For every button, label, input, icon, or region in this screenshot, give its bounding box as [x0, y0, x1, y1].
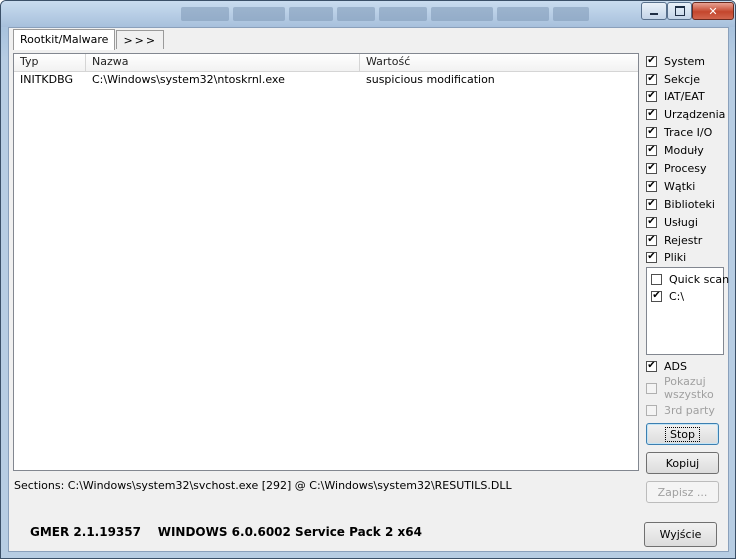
option-third-party[interactable]: 3rd party: [646, 402, 715, 418]
option-label: Pokazuj wszystko: [664, 375, 714, 401]
checkbox[interactable]: ✔: [646, 360, 657, 372]
option-uslugi[interactable]: ✔ Usługi: [646, 214, 698, 230]
list-header: Typ Nazwa Wartość: [14, 54, 638, 72]
option-system[interactable]: ✔ System: [646, 53, 705, 69]
copy-label: Kopiuj: [665, 456, 700, 470]
target-drive-c[interactable]: ✔ C:\: [651, 288, 684, 304]
option-trace-io[interactable]: ✔ Trace I/O: [646, 124, 712, 140]
checkbox[interactable]: ✔: [651, 290, 662, 302]
footer-info: GMER 2.1.19357 WINDOWS 6.0.6002 Service …: [30, 525, 422, 539]
table-row[interactable]: INITKDBG C:\Windows\system32\ntoskrnl.ex…: [14, 72, 638, 88]
checkbox[interactable]: ✔: [646, 55, 657, 67]
gmer-window: ✕ Rootkit/Malware >>> Typ Nazwa Wartość …: [0, 0, 736, 559]
copy-button[interactable]: Kopiuj: [646, 452, 719, 474]
os-version: WINDOWS 6.0.6002 Service Pack 2 x64: [157, 525, 422, 539]
option-pliki[interactable]: ✔ Pliki: [646, 249, 686, 265]
checkbox[interactable]: [646, 383, 657, 394]
option-label: Usługi: [664, 215, 698, 229]
checkbox[interactable]: [646, 404, 657, 416]
tab-rootkit-malware[interactable]: Rootkit/Malware: [13, 29, 116, 50]
target-label: Quick scan: [669, 272, 730, 286]
maximize-button[interactable]: [667, 2, 692, 20]
cell-nazwa: C:\Windows\system32\ntoskrnl.exe: [92, 73, 285, 86]
option-rejestr[interactable]: ✔ Rejestr: [646, 232, 702, 248]
column-header-typ[interactable]: Typ: [14, 54, 86, 71]
option-ads[interactable]: ✔ ADS: [646, 358, 687, 374]
checkbox[interactable]: ✔: [646, 90, 657, 102]
checkbox[interactable]: ✔: [646, 251, 657, 263]
checkbox[interactable]: ✔: [646, 126, 657, 138]
client-area: Rootkit/Malware >>> Typ Nazwa Wartość IN…: [8, 27, 729, 552]
option-sekcje[interactable]: ✔ Sekcje: [646, 71, 700, 87]
checkbox[interactable]: ✔: [646, 73, 657, 85]
title-bar[interactable]: ✕: [1, 1, 735, 27]
checkbox[interactable]: ✔: [646, 144, 657, 156]
checkbox[interactable]: ✔: [646, 108, 657, 120]
app-version: GMER 2.1.19357: [30, 525, 141, 539]
save-button[interactable]: Zapisz ...: [646, 481, 719, 503]
option-label: ADS: [664, 359, 687, 373]
checkbox[interactable]: ✔: [646, 198, 657, 210]
checkbox[interactable]: ✔: [646, 162, 657, 174]
close-button[interactable]: ✕: [692, 2, 734, 20]
taskbar-reflection: [181, 7, 591, 23]
option-label: Wątki: [664, 179, 696, 193]
tab-more[interactable]: >>>: [116, 30, 165, 49]
checkbox[interactable]: ✔: [646, 234, 657, 246]
cell-wartosc: suspicious modification: [366, 73, 495, 86]
target-quick-scan[interactable]: Quick scan: [651, 271, 729, 287]
option-label: Biblioteki: [664, 197, 715, 211]
column-header-wartosc[interactable]: Wartość: [360, 54, 638, 71]
option-label: Procesy: [664, 161, 707, 175]
scan-targets-list[interactable]: Quick scan ✔ C:\: [646, 267, 729, 355]
option-label: Moduły: [664, 143, 704, 157]
option-moduly[interactable]: ✔ Moduły: [646, 142, 704, 158]
cell-typ: INITKDBG: [20, 73, 73, 86]
option-label: Pliki: [664, 250, 687, 264]
option-label: Rejestr: [664, 233, 703, 247]
option-label: System: [664, 54, 706, 68]
option-label: Sekcje: [664, 72, 700, 86]
option-label: Trace I/O: [664, 125, 713, 139]
column-header-nazwa[interactable]: Nazwa: [86, 54, 360, 71]
option-label-line2: wszystko: [664, 388, 714, 401]
option-label-line1: Pokazuj: [664, 375, 706, 388]
checkbox[interactable]: ✔: [646, 216, 657, 228]
option-label: 3rd party: [664, 403, 715, 417]
option-urzadzenia[interactable]: ✔ Urządzenia: [646, 106, 725, 122]
exit-label: Wyjście: [659, 528, 702, 541]
option-label: Urządzenia: [664, 107, 726, 121]
stop-label: Stop: [664, 426, 701, 442]
exit-button[interactable]: Wyjście: [644, 522, 717, 547]
option-label: IAT/EAT: [664, 89, 705, 103]
option-watki[interactable]: ✔ Wątki: [646, 178, 695, 194]
maximize-icon: [674, 6, 685, 16]
save-label: Zapisz ...: [657, 485, 708, 499]
minimize-icon: [650, 13, 658, 15]
tab-strip: Rootkit/Malware >>>: [13, 29, 165, 51]
checkbox[interactable]: ✔: [646, 180, 657, 192]
status-line: Sections: C:\Windows\system32\svchost.ex…: [14, 479, 512, 492]
option-biblioteki[interactable]: ✔ Biblioteki: [646, 196, 715, 212]
close-icon: ✕: [708, 4, 718, 18]
stop-button[interactable]: Stop: [646, 423, 719, 445]
minimize-button[interactable]: [641, 2, 667, 20]
target-label: C:\: [669, 289, 685, 303]
checkbox[interactable]: [651, 273, 662, 285]
option-iat-eat[interactable]: ✔ IAT/EAT: [646, 88, 705, 104]
option-procesy[interactable]: ✔ Procesy: [646, 160, 707, 176]
option-show-all[interactable]: Pokazuj wszystko: [646, 375, 714, 403]
results-list[interactable]: Typ Nazwa Wartość INITKDBG C:\Windows\sy…: [13, 53, 639, 471]
